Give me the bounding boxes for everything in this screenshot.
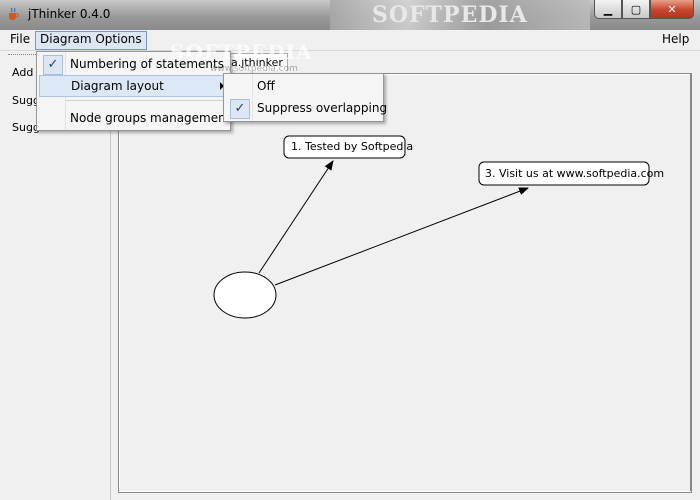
root-node	[213, 271, 277, 319]
menu-item-numbering-label: Numbering of statements	[70, 57, 224, 71]
check-icon: ✓	[43, 55, 63, 75]
edge-to-node-1	[258, 160, 334, 274]
menu-item-suppress-overlapping-label: Suppress overlapping	[257, 101, 388, 115]
menu-item-suppress-overlapping[interactable]: ✓ Suppress overlapping	[224, 97, 387, 119]
menu-item-layout-off[interactable]: Off	[224, 75, 383, 97]
node-3-label[interactable]: 3. Visit us at www.softpedia.com	[485, 167, 664, 181]
menu-item-diagram-layout[interactable]: Diagram layout	[39, 75, 228, 97]
diagram-options-menu: ✓ Numbering of statements Diagram layout…	[36, 51, 231, 131]
diagram-layout-submenu: Off ✓ Suppress overlapping	[223, 73, 387, 122]
menu-item-node-groups-label: Node groups management	[70, 111, 231, 125]
menu-item-diagram-layout-label: Diagram layout	[71, 79, 164, 93]
edge-to-node-3	[274, 187, 529, 286]
check-icon: ✓	[230, 99, 250, 119]
menu-item-numbering[interactable]: ✓ Numbering of statements	[37, 53, 230, 75]
node-1-label[interactable]: 1. Tested by Softpedia	[291, 140, 413, 154]
menu-separator	[65, 100, 225, 101]
menu-item-layout-off-label: Off	[257, 79, 275, 93]
menu-item-node-groups[interactable]: Node groups management	[37, 107, 230, 129]
